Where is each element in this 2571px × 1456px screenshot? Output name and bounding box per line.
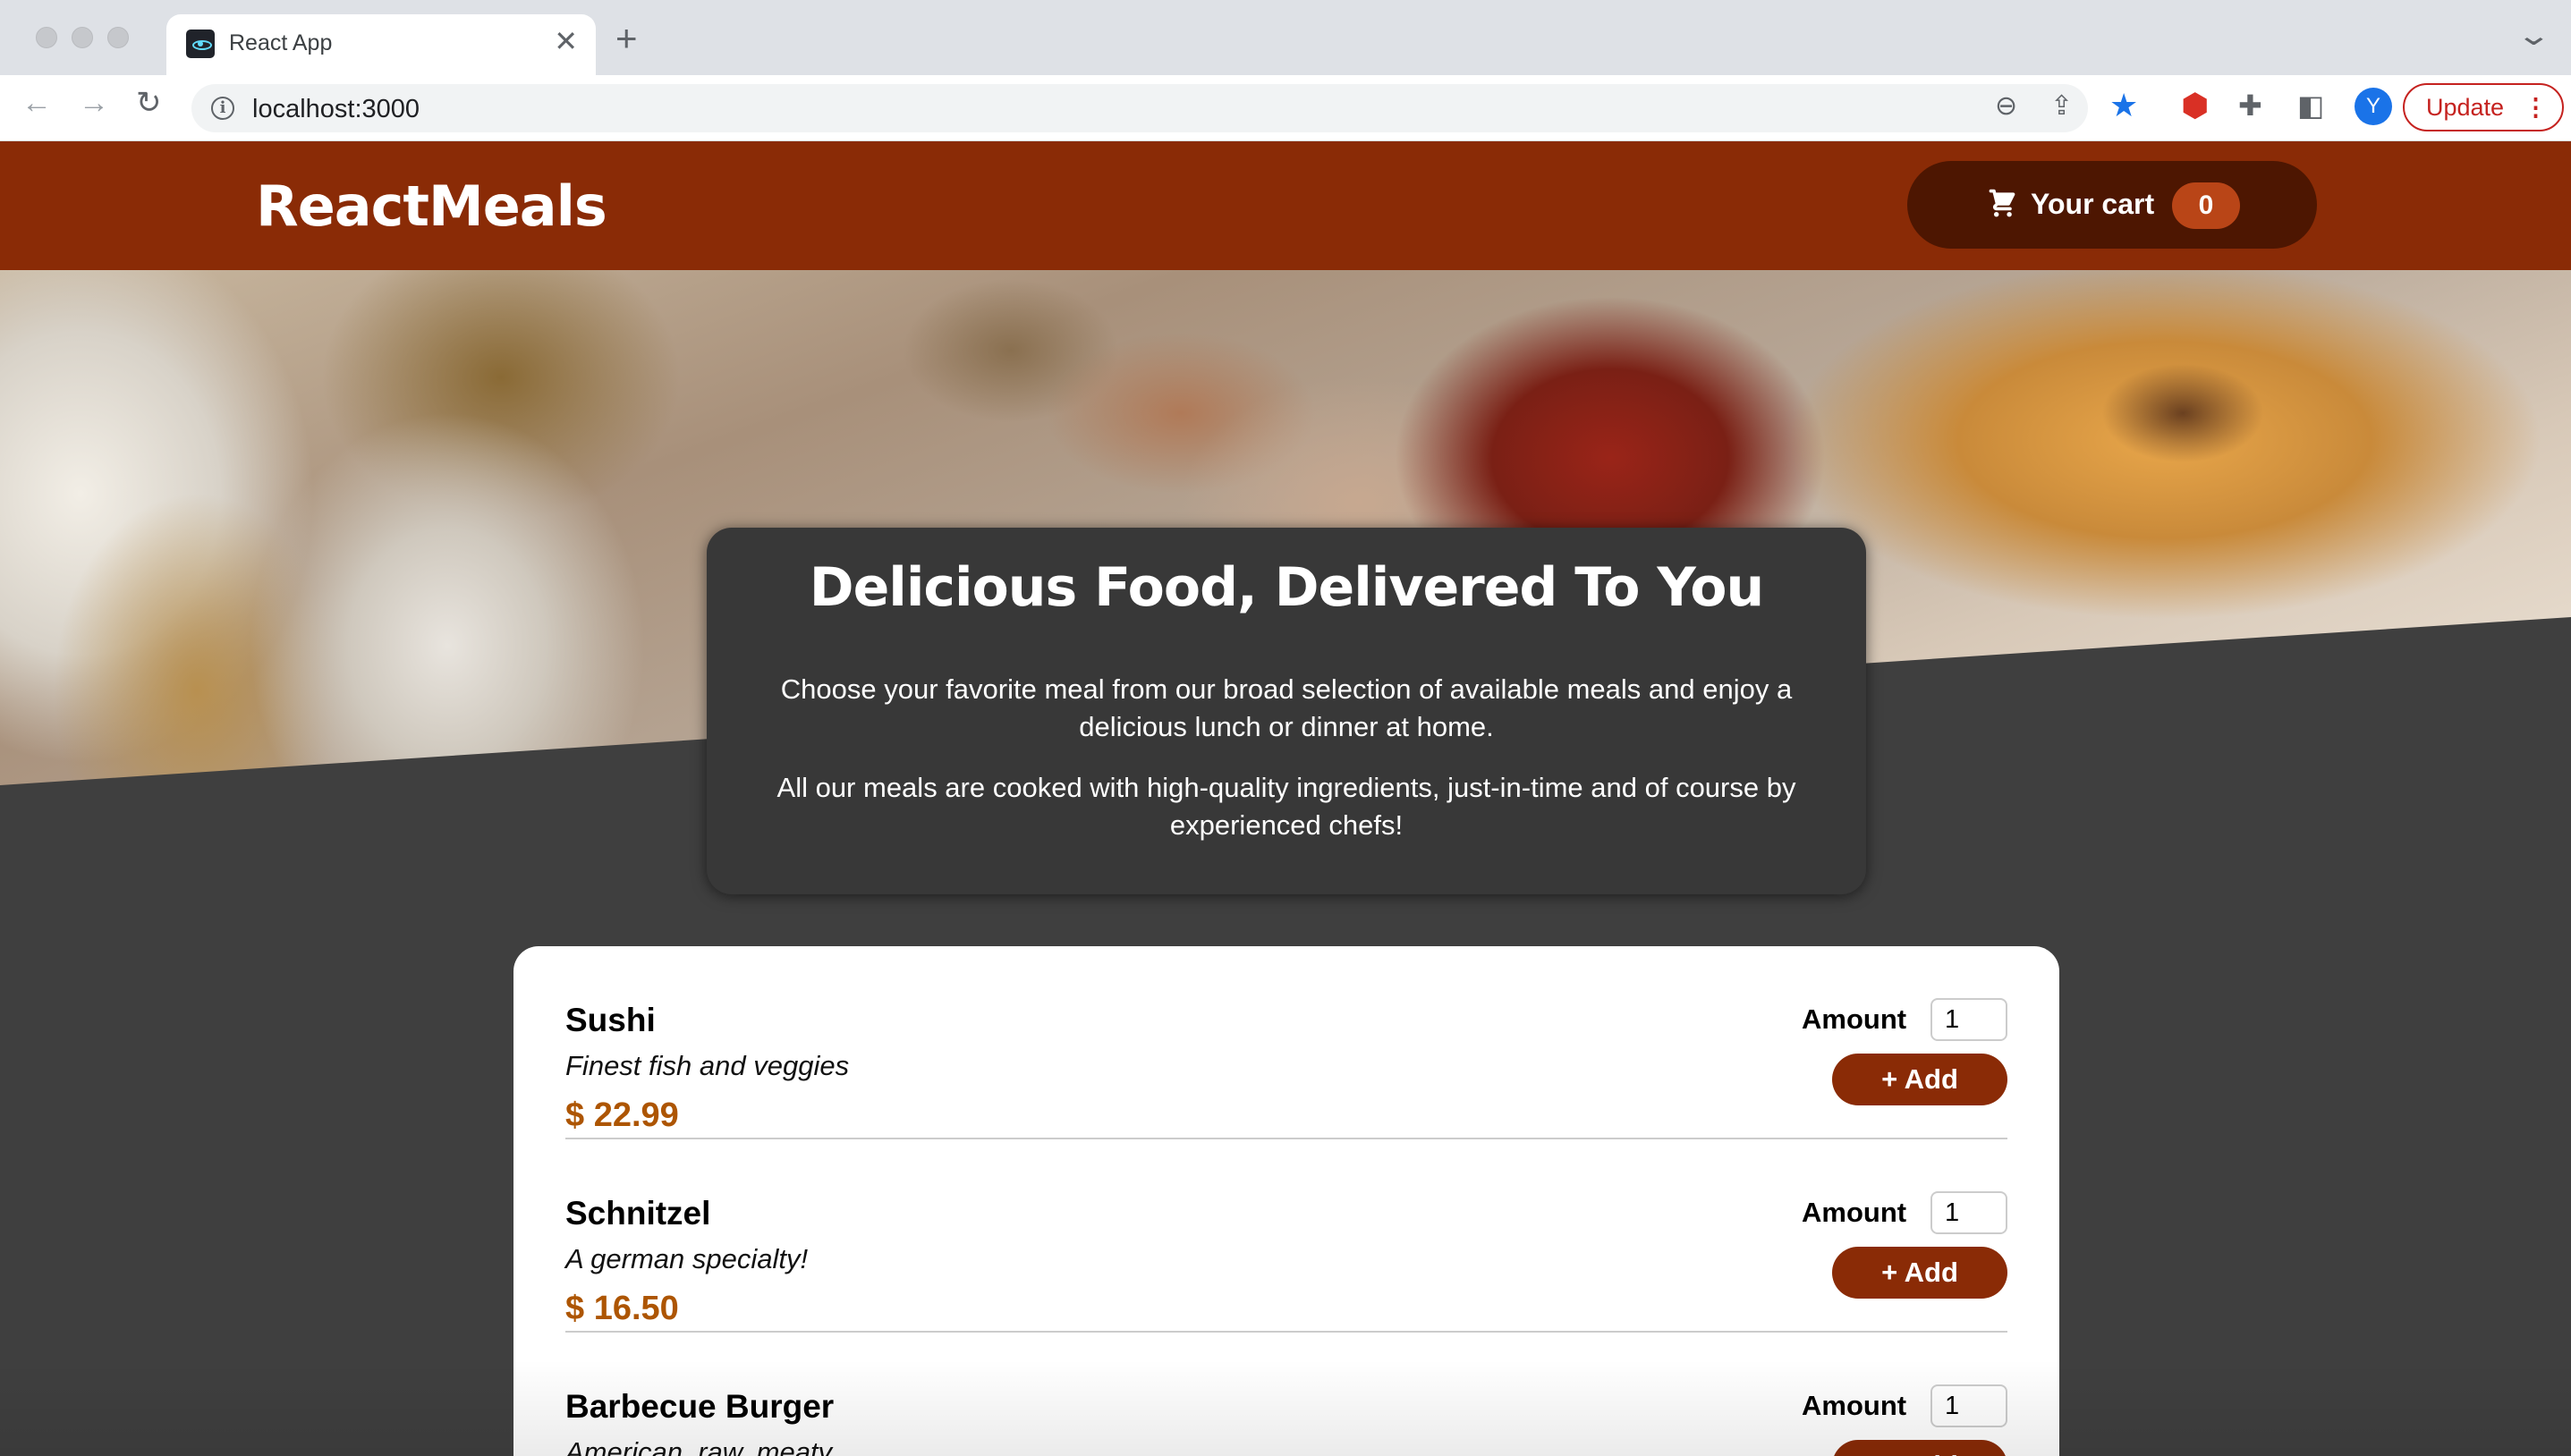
share-icon[interactable]: ⇪: [2050, 93, 2073, 120]
window-minimize-control[interactable]: [72, 27, 93, 48]
brand-title: ReactMeals: [256, 174, 607, 239]
meal-item: Sushi Finest fish and veggies $ 22.99 Am…: [565, 946, 2007, 1139]
update-label: Update: [2426, 94, 2505, 121]
extensions-puzzle-icon[interactable]: ✚: [2238, 91, 2262, 120]
summary-paragraph-1: Choose your favorite meal from our broad…: [780, 673, 1793, 742]
amount-label: Amount: [1802, 1197, 1907, 1228]
app-header: ReactMeals Your cart 0: [0, 141, 2571, 270]
meal-price: $ 22.99: [565, 1096, 679, 1134]
url-text[interactable]: localhost:3000: [252, 95, 420, 124]
address-bar[interactable]: i localhost:3000 ⊖ ⇪: [191, 84, 2088, 132]
amount-input[interactable]: 1: [1930, 1191, 2007, 1234]
close-tab-icon[interactable]: ✕: [554, 27, 578, 55]
amount-input[interactable]: 1: [1930, 1384, 2007, 1427]
cart-button[interactable]: Your cart 0: [1907, 161, 2317, 249]
window-zoom-control[interactable]: [107, 27, 129, 48]
meal-name: Schnitzel: [565, 1195, 711, 1232]
meal-description: A german specialty!: [565, 1243, 809, 1274]
kebab-menu-icon[interactable]: ⋮: [2524, 85, 2548, 130]
meals-summary: Delicious Food, Delivered To You Choose …: [707, 528, 1866, 894]
forward-arrow-icon[interactable]: →: [79, 88, 109, 118]
cart-icon: [1989, 189, 2015, 217]
window-close-control[interactable]: [36, 27, 57, 48]
available-meals-card: Sushi Finest fish and veggies $ 22.99 Am…: [513, 946, 2059, 1456]
summary-title: Delicious Food, Delivered To You: [809, 556, 1764, 619]
tab-search-chevron-icon[interactable]: ⌄: [2516, 18, 2551, 52]
cart-label: Your cart: [2031, 188, 2155, 220]
meal-name: Sushi: [565, 1002, 656, 1038]
cart-count-badge: 0: [2172, 182, 2240, 229]
react-favicon-icon: [186, 30, 215, 58]
add-to-cart-button[interactable]: + Add: [1832, 1054, 2007, 1105]
adblock-extension-icon[interactable]: ⬢: [2181, 89, 2209, 122]
meal-price: $ 16.50: [565, 1290, 679, 1327]
browser-toolbar: ← → ↻ i localhost:3000 ⊖ ⇪ ★ ⬢ ✚ ◧ Y Upd…: [0, 75, 2571, 141]
side-panel-icon[interactable]: ◧: [2297, 91, 2324, 120]
new-tab-icon[interactable]: +: [615, 20, 638, 57]
reload-icon[interactable]: ↻: [136, 88, 162, 118]
site-info-icon[interactable]: i: [211, 97, 234, 120]
browser-tab[interactable]: React App ✕: [166, 14, 596, 75]
meal-description: American, raw, meaty: [565, 1436, 833, 1456]
meal-name: Barbecue Burger: [565, 1388, 835, 1425]
update-button[interactable]: Update ⋮: [2403, 83, 2564, 131]
summary-paragraph-2: All our meals are cooked with high-quali…: [776, 772, 1796, 841]
profile-avatar[interactable]: Y: [2355, 88, 2392, 125]
zoom-icon[interactable]: ⊖: [1995, 93, 2017, 120]
meal-item: Barbecue Burger American, raw, meaty Amo…: [565, 1333, 2007, 1456]
meal-description: Finest fish and veggies: [565, 1050, 850, 1081]
tab-title: React App: [229, 30, 333, 55]
meal-item: Schnitzel A german specialty! $ 16.50 Am…: [565, 1139, 2007, 1333]
amount-label: Amount: [1802, 1003, 1907, 1035]
add-to-cart-button[interactable]: + Add: [1832, 1247, 2007, 1299]
back-arrow-icon[interactable]: ←: [21, 88, 52, 118]
amount-label: Amount: [1802, 1390, 1907, 1421]
bookmark-star-icon[interactable]: ★: [2109, 89, 2138, 122]
amount-input[interactable]: 1: [1930, 998, 2007, 1041]
add-to-cart-button[interactable]: + Add: [1832, 1440, 2007, 1456]
browser-tab-bar: React App ✕ + ⌄: [0, 0, 2571, 75]
